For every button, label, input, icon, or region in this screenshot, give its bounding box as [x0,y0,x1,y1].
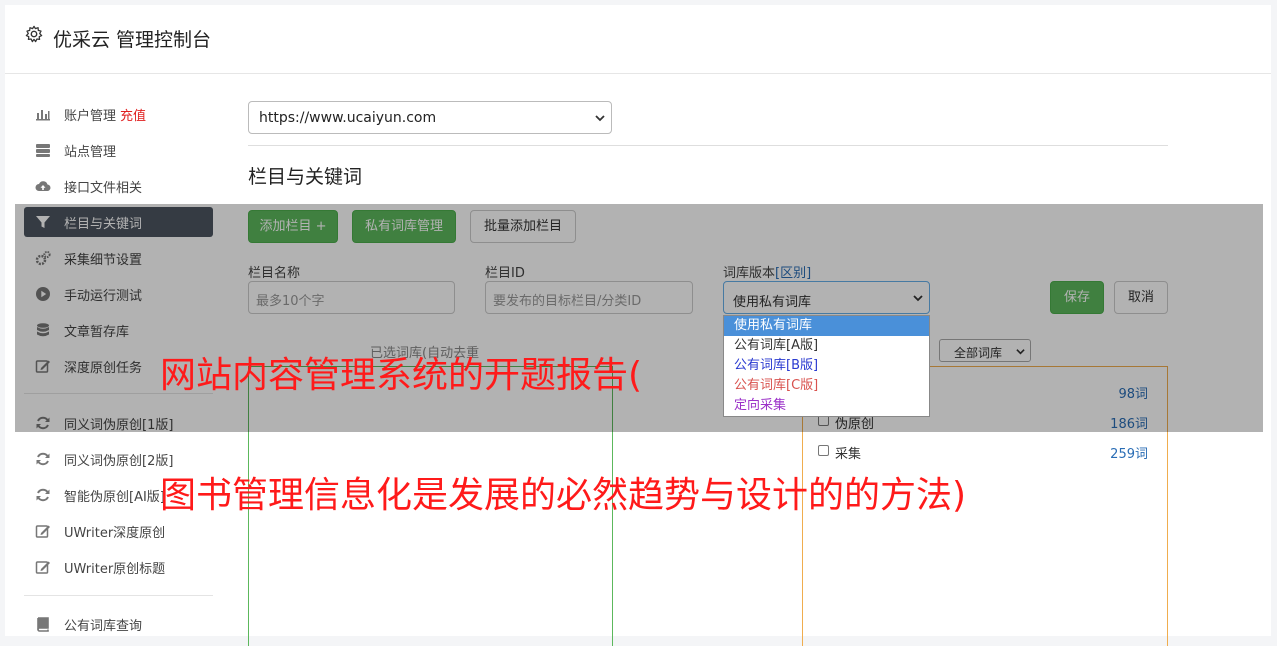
top-header: 优采云 管理控制台 [5,5,1271,74]
sidebar-item-public-lexicon[interactable]: 公有词库查询 [24,609,213,639]
lexicon-count: 259词 [1110,447,1148,462]
recharge-link[interactable]: 充值 [120,109,146,124]
app-title: 优采云 管理控制台 [53,29,212,51]
site-select-value: https://www.ucaiyun.com [259,110,437,126]
divider [248,145,1168,146]
dropdown-option[interactable]: 公有词库[C版] [724,376,929,396]
server-icon [36,144,50,157]
watermark-line-2: 图书管理信息化是发展的必然趋势与设计的的方法) [160,475,967,516]
sidebar-item-interface[interactable]: 接口文件相关 [24,171,213,201]
dropdown-option[interactable]: 公有词库[A版] [724,336,929,356]
bar-chart-icon [36,110,50,121]
book-icon [37,617,49,632]
edit-icon [35,525,50,538]
sidebar-item-sites[interactable]: 站点管理 [24,135,213,165]
watermark-line-1: 网站内容管理系统的开题报告( [160,355,643,396]
chevron-down-icon [595,115,605,122]
lexicon-name: 采集 [835,447,862,462]
sidebar-item-label: 账户管理 [64,109,117,124]
refresh-icon [36,488,50,502]
sidebar-item-uwriter-deep[interactable]: UWriter深度原创 [24,516,213,546]
sidebar-item-label: 公有词库查询 [64,619,143,634]
gear-icon [25,25,43,43]
lexicon-version-dropdown: 使用私有词库 公有词库[A版] 公有词库[B版] 公有词库[C版] 定向采集 [723,315,930,417]
dropdown-option[interactable]: 定向采集 [724,396,929,416]
edit-icon [35,561,50,574]
list-item[interactable]: 采集 259词 [818,442,1148,462]
cloud-upload-icon [35,181,51,192]
sidebar-item-uwriter-title[interactable]: UWriter原创标题 [24,552,213,582]
sidebar-item-label: UWriter原创标题 [64,562,166,577]
dropdown-option[interactable]: 公有词库[B版] [724,356,929,376]
dropdown-option[interactable]: 使用私有词库 [724,316,929,336]
sidebar-item-account[interactable]: 账户管理 充值 [24,99,213,129]
section-title: 栏目与关键词 [248,166,363,188]
lexicon-checkbox[interactable] [818,445,829,456]
sidebar-divider [24,595,213,596]
sidebar-item-label: 智能伪原创[AI版] [64,490,165,505]
sidebar-item-label: 同义词伪原创[2版] [64,454,174,469]
refresh-icon [36,452,50,466]
sidebar-item-label: 接口文件相关 [64,181,143,196]
sidebar-item-label: 站点管理 [64,145,117,160]
sidebar-item-label: UWriter深度原创 [64,526,166,541]
site-select[interactable]: https://www.ucaiyun.com [248,101,612,134]
